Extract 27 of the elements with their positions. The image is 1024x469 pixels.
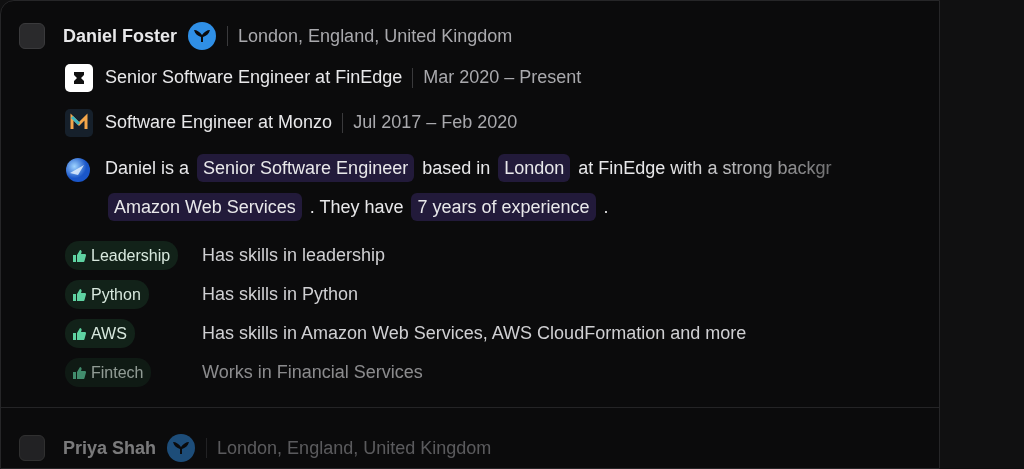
- skill-reason: Has skills in Python: [202, 284, 360, 305]
- thumbs-up-icon: [73, 366, 86, 379]
- whale-tail-icon: [187, 21, 218, 51]
- job-title: Senior Software Engineer at FinEdge: [105, 67, 403, 88]
- job-title: Software Engineer at Monzo: [105, 112, 333, 133]
- company-logo-icon: [65, 63, 93, 92]
- job-dates: Jul 2017 – Feb 2020: [353, 112, 518, 133]
- thumbs-up-icon: [73, 249, 86, 262]
- skill-tag: Python: [65, 280, 149, 309]
- skill-reason: Has skills in leadership: [202, 245, 387, 266]
- candidate-summary: Daniel is a Senior Software Engineer based in London at FinEdge with a strong backgr Amazon Web Services . They have 7 years of experience .: [105, 149, 939, 227]
- sparkle-orb-icon: [65, 157, 91, 183]
- job-dates: Mar 2020 – Present: [423, 67, 582, 88]
- skill-tag: AWS: [65, 319, 135, 348]
- skill-reason: Works in Financial Services: [202, 362, 424, 383]
- thumbs-up-icon: [73, 327, 86, 340]
- candidate-name[interactable]: Priya Shah: [63, 437, 157, 459]
- whale-tail-icon: [166, 433, 197, 463]
- skill-tag: Fintech: [65, 358, 152, 387]
- skill-reason: Has skills in Amazon Web Services, AWS CloudFormation and more: [202, 323, 748, 344]
- candidate-location: London, England, United Kingdom: [217, 437, 492, 459]
- candidate-location: London, England, United Kingdom: [238, 25, 513, 47]
- candidate-name[interactable]: Daniel Foster: [63, 25, 178, 47]
- company-logo-icon: [65, 108, 93, 137]
- skill-tag: Leadership: [65, 241, 179, 270]
- thumbs-up-icon: [73, 288, 86, 301]
- checkbox[interactable]: [19, 23, 45, 49]
